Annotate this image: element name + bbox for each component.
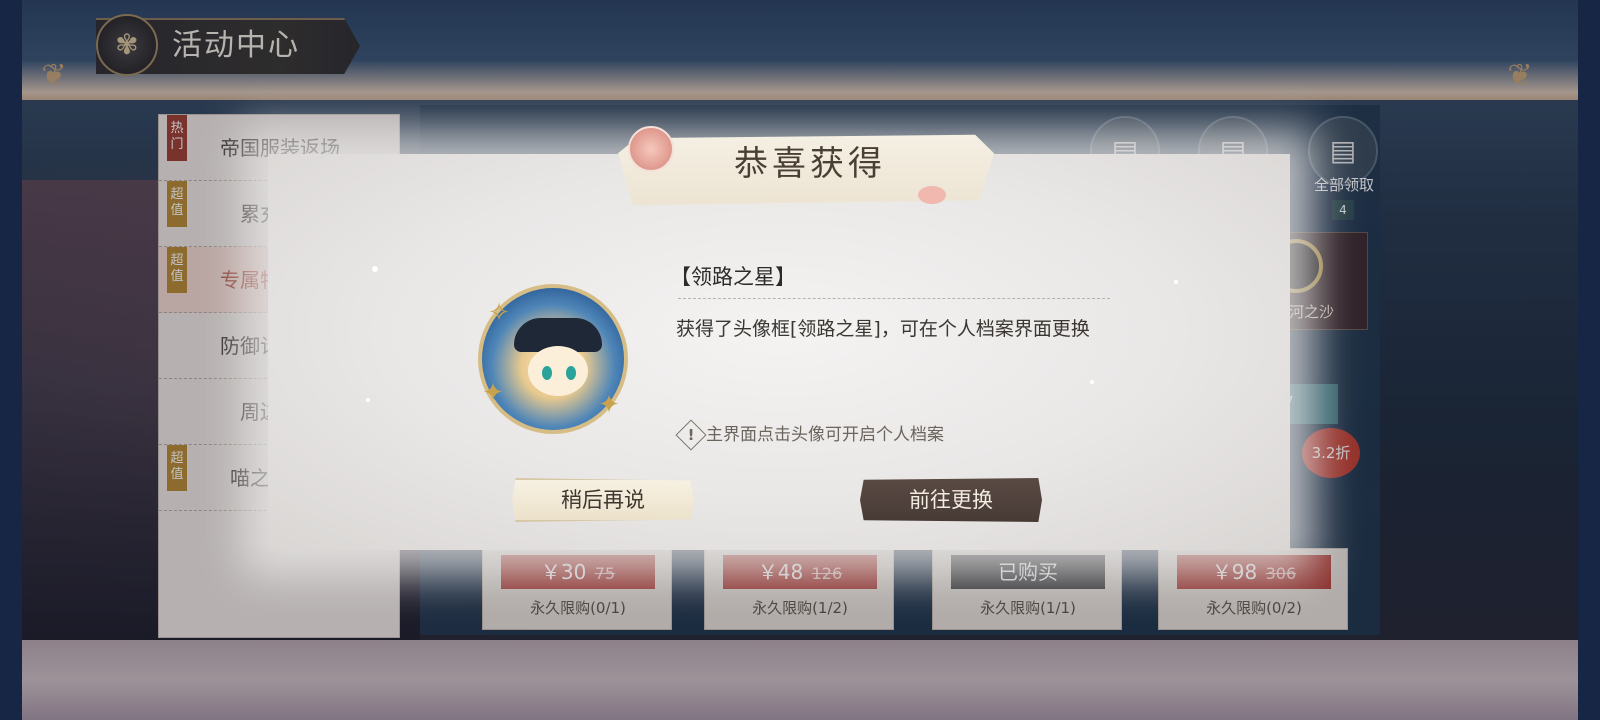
chibi-face xyxy=(528,346,588,396)
sparkle xyxy=(366,398,370,402)
go-change-button[interactable]: 前往更换 xyxy=(860,478,1042,522)
sparkle xyxy=(372,266,378,272)
star-icon: ✦ xyxy=(482,378,504,408)
rose-icon xyxy=(628,126,674,172)
divider xyxy=(678,298,1110,299)
star-icon: ✧ xyxy=(488,298,510,328)
exclamation-icon: ! xyxy=(687,426,695,444)
sparkle xyxy=(1174,280,1178,284)
hint-text: 主界面点击头像可开启个人档案 xyxy=(706,425,944,445)
eye xyxy=(566,366,576,380)
eye xyxy=(542,366,552,380)
sparkle xyxy=(1090,380,1094,384)
later-button[interactable]: 稍后再说 xyxy=(512,478,694,522)
item-name: 【领路之星】 xyxy=(670,265,796,289)
item-description: 获得了头像框[领路之星]，可在个人档案界面更换 xyxy=(676,318,1090,340)
star-icon: ✦ xyxy=(598,390,620,420)
dialog-title: 恭喜获得 xyxy=(734,144,886,184)
